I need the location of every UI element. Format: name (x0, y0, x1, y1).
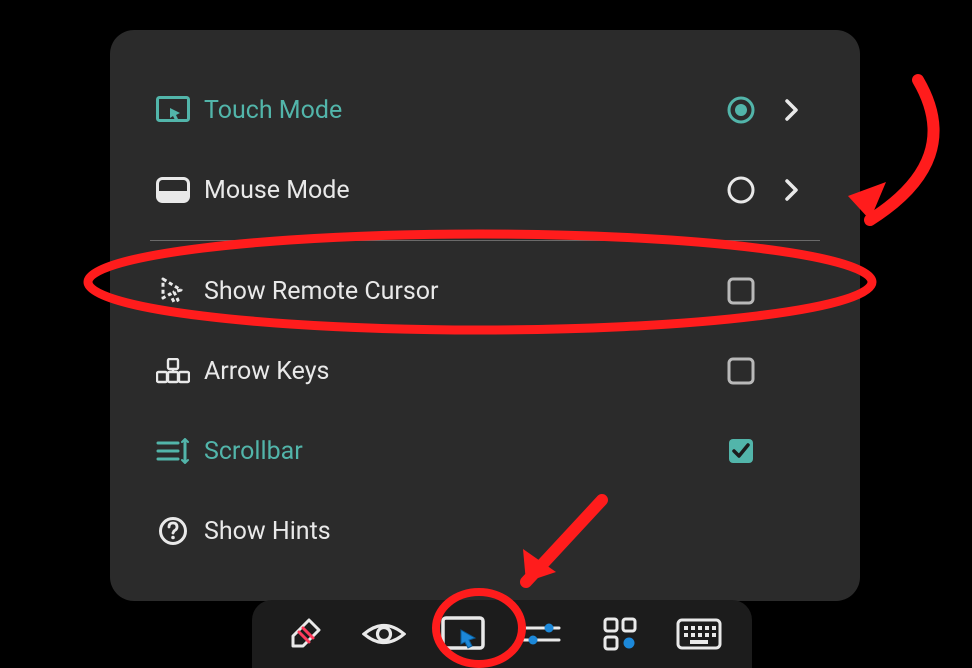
apps-icon (603, 617, 637, 651)
checkbox-unchecked-icon[interactable] (718, 357, 764, 385)
help-icon (150, 516, 196, 546)
toolbar-sliders-button[interactable] (515, 608, 567, 660)
eraser-icon (285, 614, 325, 654)
checkbox-unchecked-icon[interactable] (718, 277, 764, 305)
radio-selected-icon (718, 95, 764, 125)
menu-item-arrow-keys[interactable]: Arrow Keys (150, 331, 820, 411)
cursor-outline-icon (150, 276, 196, 306)
menu-item-touch-mode[interactable]: Touch Mode (150, 70, 820, 150)
menu-item-show-remote-cursor[interactable]: Show Remote Cursor (150, 251, 820, 331)
divider (150, 240, 820, 241)
toolbar-apps-button[interactable] (594, 608, 646, 660)
chevron-right-icon[interactable] (764, 178, 820, 202)
pointer-mode-icon (441, 616, 485, 652)
show-remote-cursor-label: Show Remote Cursor (196, 277, 718, 306)
show-hints-label: Show Hints (196, 517, 718, 546)
touch-mode-icon (150, 96, 196, 124)
mouse-mode-icon (150, 177, 196, 203)
arrow-keys-label: Arrow Keys (196, 357, 718, 386)
scrollbar-label: Scrollbar (196, 437, 718, 466)
mouse-mode-label: Mouse Mode (196, 176, 718, 205)
toolbar-keyboard-button[interactable] (673, 608, 725, 660)
sliders-icon (521, 619, 561, 649)
bottom-toolbar (252, 600, 752, 668)
menu-item-scrollbar[interactable]: Scrollbar (150, 411, 820, 491)
checkbox-checked-icon[interactable] (718, 437, 764, 465)
toolbar-pointer-mode-button[interactable] (437, 608, 489, 660)
toolbar-eye-button[interactable] (358, 608, 410, 660)
eye-icon (362, 619, 406, 649)
scrollbar-icon (150, 438, 196, 464)
toolbar-eraser-button[interactable] (279, 608, 331, 660)
menu-item-show-hints[interactable]: Show Hints (150, 491, 820, 571)
keyboard-icon (676, 618, 722, 650)
settings-popover: Touch Mode Mouse Mode (110, 30, 860, 601)
chevron-right-icon[interactable] (764, 98, 820, 122)
radio-unselected-icon (718, 175, 764, 205)
arrow-keys-icon (150, 358, 196, 384)
touch-mode-label: Touch Mode (196, 96, 718, 125)
menu-item-mouse-mode[interactable]: Mouse Mode (150, 150, 820, 230)
